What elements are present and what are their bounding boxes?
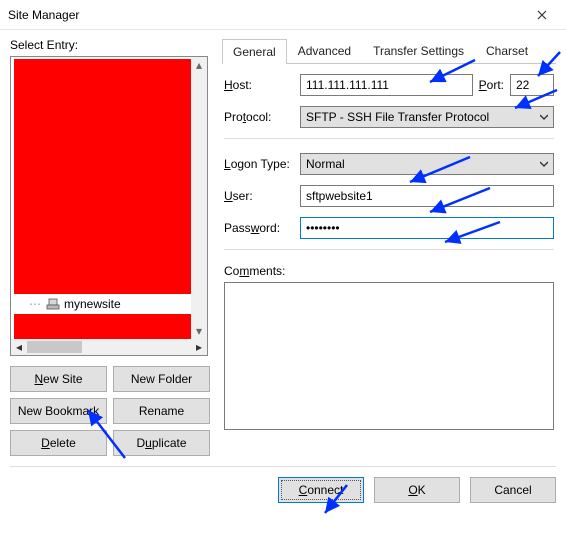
comments-label: Comments: [224, 264, 554, 278]
logon-type-label: Logon Type: [224, 157, 294, 171]
scroll-up-button[interactable]: ▴ [191, 57, 207, 73]
server-icon [46, 297, 60, 311]
delete-button[interactable]: Delete [10, 430, 107, 456]
scroll-left-button[interactable]: ◂ [11, 339, 27, 355]
close-button[interactable] [520, 1, 564, 29]
site-entry-mynewsite[interactable]: ⋯ mynewsite [29, 296, 121, 312]
footer-buttons: Connect OK Cancel [0, 467, 566, 515]
tree-connector: ⋯ [29, 297, 42, 311]
tab-transfer-settings[interactable]: Transfer Settings [362, 38, 475, 63]
scroll-thumb[interactable] [27, 341, 82, 353]
select-entry-label: Select Entry: [10, 38, 210, 52]
horizontal-scrollbar[interactable]: ◂ ▸ [11, 339, 207, 355]
protocol-select[interactable]: SFTP - SSH File Transfer Protocol [300, 106, 554, 128]
host-label: Host: [224, 78, 294, 92]
protocol-label: Protocol: [224, 110, 294, 124]
tab-advanced[interactable]: Advanced [287, 38, 362, 63]
password-label: Password: [224, 221, 294, 235]
tree-content: ⋯ mynewsite [11, 57, 191, 339]
general-form: Host: Port: Protocol: SFTP - SSH File Tr… [222, 64, 556, 433]
site-name: mynewsite [64, 297, 121, 311]
host-input[interactable] [300, 74, 473, 96]
port-input[interactable] [510, 74, 554, 96]
chevron-down-icon [540, 160, 548, 168]
site-tree[interactable]: ⋯ mynewsite ▴ ▾ ◂ ▸ [10, 56, 208, 356]
rename-button[interactable]: Rename [113, 398, 210, 424]
vertical-scrollbar[interactable]: ▴ ▾ [191, 57, 207, 339]
tab-general[interactable]: General [222, 39, 287, 64]
site-manager-window: Site Manager Select Entry: ⋯ mynewsite [0, 0, 566, 539]
duplicate-button[interactable]: Duplicate [113, 430, 210, 456]
right-panel: General Advanced Transfer Settings Chars… [222, 38, 556, 456]
protocol-value: SFTP - SSH File Transfer Protocol [306, 110, 489, 124]
ok-button[interactable]: OK [374, 477, 460, 503]
connect-button[interactable]: Connect [278, 477, 364, 503]
separator-2 [224, 249, 554, 250]
separator-1 [224, 138, 554, 139]
left-panel: Select Entry: ⋯ mynewsite ▴ ▾ [10, 38, 210, 456]
window-title: Site Manager [8, 8, 520, 22]
tab-bar: General Advanced Transfer Settings Chars… [222, 38, 556, 64]
comments-textarea[interactable] [224, 282, 554, 430]
cancel-button[interactable]: Cancel [470, 477, 556, 503]
site-buttons: New Site New Folder New Bookmark Rename … [10, 366, 210, 456]
user-label: User: [224, 189, 294, 203]
scroll-right-button[interactable]: ▸ [191, 339, 207, 355]
tab-charset[interactable]: Charset [475, 38, 539, 63]
title-bar: Site Manager [0, 0, 566, 30]
password-input[interactable] [300, 217, 554, 239]
new-site-button[interactable]: New Site [10, 366, 107, 392]
user-input[interactable] [300, 185, 554, 207]
new-folder-button[interactable]: New Folder [113, 366, 210, 392]
redacted-block-top [14, 59, 191, 294]
redacted-block-bottom [14, 314, 191, 339]
logon-type-value: Normal [306, 157, 345, 171]
chevron-down-icon [540, 113, 548, 121]
close-icon [537, 10, 547, 20]
new-bookmark-button[interactable]: New Bookmark [10, 398, 107, 424]
port-label: Port: [479, 78, 504, 92]
scroll-down-button[interactable]: ▾ [191, 323, 207, 339]
logon-type-select[interactable]: Normal [300, 153, 554, 175]
